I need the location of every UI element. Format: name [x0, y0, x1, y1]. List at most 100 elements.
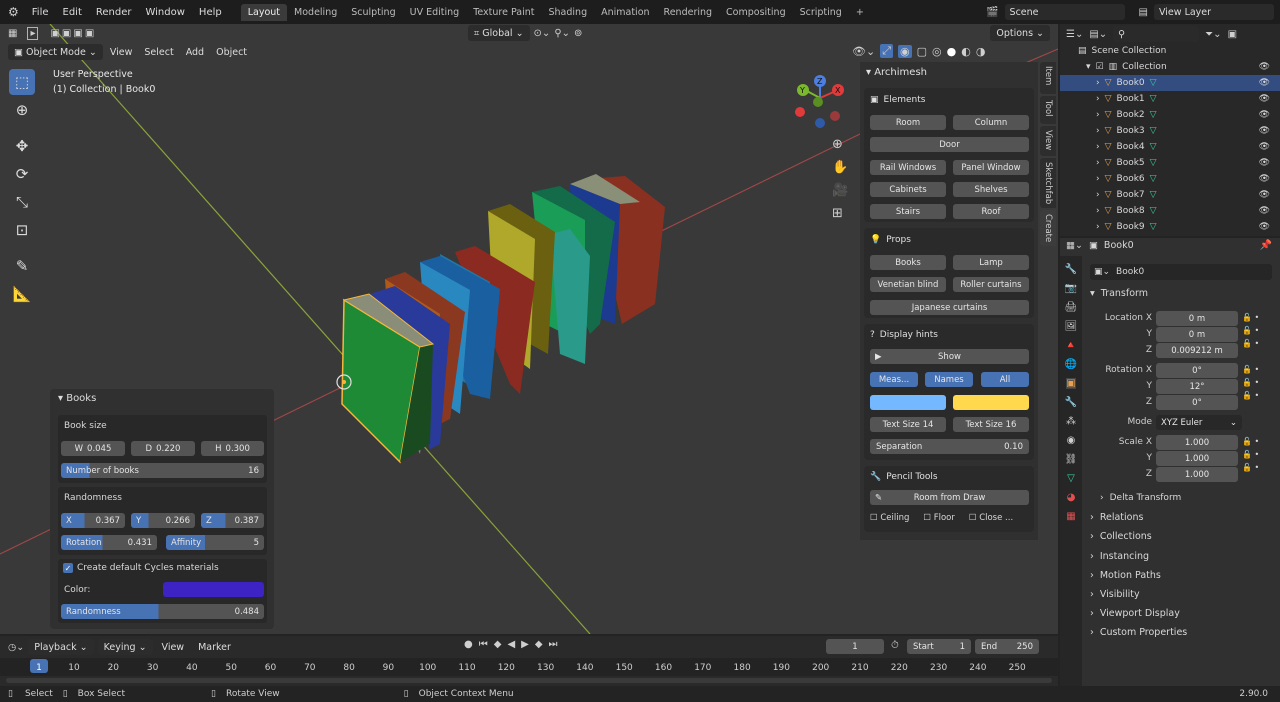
annotate-tool-icon[interactable]: ✎ — [9, 253, 35, 279]
render-tab-icon[interactable]: 📷 — [1065, 283, 1077, 294]
menu-view[interactable]: View — [105, 47, 138, 58]
scene-selector[interactable]: Scene — [1004, 4, 1125, 20]
physics-tab-icon[interactable]: ◉ — [1067, 435, 1076, 446]
shading-rendered-icon[interactable]: ◑ — [976, 45, 986, 58]
rotation-field[interactable]: Rotation 0.431 — [61, 535, 157, 550]
outliner-scene-collection[interactable]: ▤ Scene Collection — [1060, 43, 1280, 59]
delta-transform-header[interactable]: › Delta Transform — [1100, 493, 1181, 503]
new-collection-icon[interactable]: ▣ — [1228, 29, 1237, 40]
view-layer-selector[interactable]: View Layer — [1154, 4, 1274, 20]
menu-add[interactable]: Add — [181, 47, 209, 58]
random-z-field[interactable]: Z 0.387 — [201, 513, 264, 528]
room-button[interactable]: Room — [870, 115, 946, 130]
outliner-item-book3[interactable]: › ▽ Book3 ▽ 👁 — [1060, 123, 1280, 139]
books-button[interactable]: Books — [870, 255, 946, 270]
stairs-button[interactable]: Stairs — [870, 204, 946, 219]
menu-render[interactable]: Render — [89, 7, 139, 18]
lamp-button[interactable]: Lamp — [953, 255, 1029, 270]
outliner-item-book2[interactable]: › ▽ Book2 ▽ 👁 — [1060, 107, 1280, 123]
tab-sketchfab[interactable]: Sketchfab — [1040, 158, 1056, 208]
select-tool-icon[interactable]: ▸ — [27, 26, 39, 40]
menu-file[interactable]: File — [25, 7, 56, 18]
viewport-display-header[interactable]: › Viewport Display — [1090, 608, 1180, 619]
tab-uv-editing[interactable]: UV Editing — [403, 4, 467, 21]
all-toggle[interactable]: All — [981, 372, 1029, 387]
rotation-mode-dropdown[interactable]: XYZ Euler ⌄ — [1156, 415, 1242, 430]
randomness-slider[interactable]: Randomness 0.484 — [61, 604, 264, 619]
proportional-edit-icon[interactable]: ⊚ — [574, 28, 582, 39]
operator-title[interactable]: ▾ Books — [58, 393, 96, 404]
collections-header[interactable]: › Collections — [1090, 531, 1152, 542]
scene-icon[interactable]: 🎬 — [986, 7, 998, 18]
affinity-field[interactable]: Affinity 5 — [166, 535, 264, 550]
timeline-editor-icon[interactable]: ◷⌄ — [8, 642, 24, 653]
pan-hand-icon[interactable]: ✋ — [832, 160, 848, 175]
outliner-collection[interactable]: ▾ ☑ ▥ Collection 👁 — [1060, 59, 1280, 75]
next-keyframe-icon[interactable]: ◆ — [535, 639, 543, 650]
motion-paths-header[interactable]: › Motion Paths — [1090, 570, 1161, 581]
stopwatch-icon[interactable]: ⏱ — [891, 640, 899, 651]
current-frame-field[interactable]: 1 — [826, 639, 884, 654]
play-icon[interactable]: ▶ — [521, 639, 529, 650]
particles-tab-icon[interactable]: ⁂ — [1066, 416, 1076, 427]
select-box-tool-icon[interactable]: ⬚ — [9, 69, 35, 95]
move-tool-icon[interactable]: ✥ — [9, 133, 35, 159]
timeline-scrollbar[interactable] — [6, 678, 1052, 683]
rotation-z-field[interactable]: 0° — [1156, 395, 1238, 410]
lock-icon[interactable]: 🔓 • — [1242, 391, 1259, 400]
outliner-item-book1[interactable]: › ▽ Book1 ▽ 👁 — [1060, 91, 1280, 107]
menu-edit[interactable]: Edit — [56, 7, 89, 18]
japanese-curtains-button[interactable]: Japanese curtains — [870, 300, 1029, 315]
texture-tab-icon[interactable]: ▦ — [1066, 511, 1075, 522]
filter-icon[interactable]: ⏷⌄ — [1205, 29, 1221, 40]
shading-material-icon[interactable]: ◐ — [961, 45, 971, 58]
number-of-books-slider[interactable]: Number of books 16 — [61, 463, 264, 478]
end-frame-field[interactable]: End 250 — [975, 639, 1039, 654]
gizmo-toggle-icon[interactable]: ⤢ — [880, 44, 893, 58]
scale-tool-icon[interactable]: ⤡ — [9, 189, 35, 215]
scale-x-field[interactable]: 1.000 — [1156, 435, 1238, 450]
color-swatch-yellow[interactable] — [953, 395, 1029, 410]
options-dropdown[interactable]: Options ⌄ — [990, 25, 1050, 41]
tab-modeling[interactable]: Modeling — [287, 4, 344, 21]
overlay-icon[interactable]: ◉ — [898, 44, 912, 58]
separation-field[interactable]: Separation 0.10 — [870, 439, 1029, 454]
column-button[interactable]: Column — [953, 115, 1029, 130]
tab-item[interactable]: Item — [1040, 62, 1056, 94]
keying-menu[interactable]: Keying ⌄ — [97, 639, 153, 655]
random-x-field[interactable]: X 0.367 — [61, 513, 125, 528]
lock-icon[interactable]: 🔓 • — [1242, 365, 1259, 374]
tab-view[interactable]: View — [1040, 126, 1056, 156]
tab-scripting[interactable]: Scripting — [793, 4, 849, 21]
cursor-tool-icon[interactable]: ⊕ — [9, 97, 35, 123]
tab-rendering[interactable]: Rendering — [657, 4, 720, 21]
modifier-tab-icon[interactable]: 🔧 — [1065, 397, 1077, 408]
location-z-field[interactable]: 0.009212 m — [1156, 343, 1238, 358]
camera-icon[interactable]: 🎥 — [832, 183, 848, 198]
location-y-field[interactable]: 0 m — [1156, 327, 1238, 342]
visibility-header[interactable]: › Visibility — [1090, 589, 1140, 600]
blender-logo-icon[interactable]: ⚙ — [8, 5, 19, 19]
tab-tool[interactable]: Tool — [1040, 96, 1056, 124]
measures-toggle[interactable]: Meas... — [870, 372, 918, 387]
visibility-icon[interactable]: 👁⌄ — [852, 45, 875, 58]
archimesh-header[interactable]: ▾ Archimesh — [860, 62, 1038, 82]
measure-tool-icon[interactable]: 📐 — [9, 281, 35, 307]
pin-icon[interactable]: 📌 — [1260, 240, 1272, 251]
panel-window-button[interactable]: Panel Window — [953, 160, 1029, 175]
text-size-a-field[interactable]: Text Size 14 — [870, 417, 946, 432]
menu-object[interactable]: Object — [211, 47, 252, 58]
rotate-tool-icon[interactable]: ⟳ — [9, 161, 35, 187]
room-from-draw-button[interactable]: ✎ Room from Draw — [870, 490, 1029, 505]
editor-type-icon[interactable]: ▦ — [8, 28, 17, 39]
roof-button[interactable]: Roof — [953, 204, 1029, 219]
marker-menu[interactable]: Marker — [193, 642, 236, 653]
lock-icon[interactable]: 🔓 • — [1242, 326, 1259, 335]
color-swatch-blue[interactable] — [870, 395, 946, 410]
perspective-grid-icon[interactable]: ⊞ — [832, 206, 848, 221]
cabinets-button[interactable]: Cabinets — [870, 182, 946, 197]
object-mode-dropdown[interactable]: ▣ Object Mode ⌄ — [8, 44, 103, 60]
close-checkbox[interactable]: ☐ Close ... — [969, 513, 1013, 523]
tab-animation[interactable]: Animation — [594, 4, 656, 21]
transform-tool-icon[interactable]: ⊡ — [9, 217, 35, 243]
